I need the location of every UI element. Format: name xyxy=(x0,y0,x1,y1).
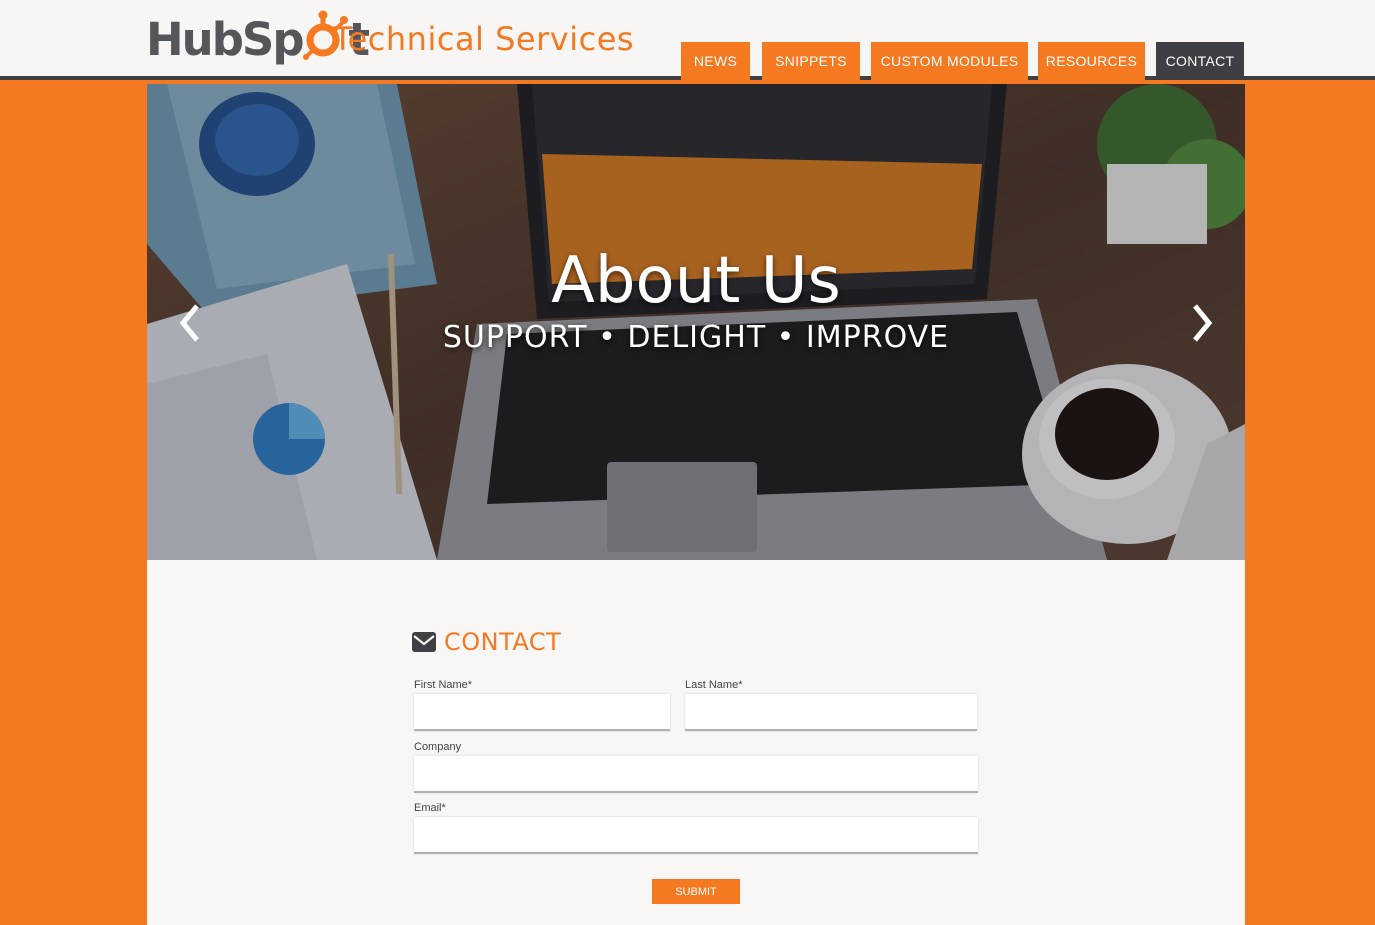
email-field[interactable] xyxy=(414,817,978,854)
company-label: Company xyxy=(414,741,462,753)
nav-snippets[interactable]: SNIPPETS xyxy=(762,42,860,80)
contact-title: CONTACT xyxy=(444,628,562,656)
hero-subtitle: SUPPORT • DELIGHT • IMPROVE xyxy=(442,320,950,355)
nav-custom-modules[interactable]: CUSTOM MODULES xyxy=(871,42,1028,80)
chevron-left-icon[interactable] xyxy=(171,298,211,348)
email-label: Email* xyxy=(414,802,446,814)
nav-news[interactable]: NEWS xyxy=(681,42,750,80)
site-title[interactable]: Technical Services xyxy=(333,20,634,58)
nav-resources[interactable]: RESOURCES xyxy=(1038,42,1145,80)
last-name-field[interactable] xyxy=(685,694,977,731)
logo-text: HubSp xyxy=(146,12,305,66)
envelope-icon xyxy=(412,632,436,652)
first-name-field[interactable] xyxy=(414,694,670,731)
nav-contact[interactable]: CONTACT xyxy=(1156,42,1244,80)
contact-section: CONTACT First Name* Last Name* Company E… xyxy=(147,560,1245,925)
hero-slider: About Us SUPPORT • DELIGHT • IMPROVE xyxy=(147,84,1245,560)
contact-heading: CONTACT xyxy=(412,628,561,656)
last-name-label: Last Name* xyxy=(685,679,743,691)
first-name-label: First Name* xyxy=(414,679,473,691)
company-field[interactable] xyxy=(414,756,978,793)
hero-title: About Us xyxy=(551,244,841,318)
chevron-right-icon[interactable] xyxy=(1181,298,1221,348)
site-header: HubSp t Technical Services NEWS SNIPPETS… xyxy=(0,0,1375,80)
submit-button[interactable]: SUBMIT xyxy=(652,879,740,904)
